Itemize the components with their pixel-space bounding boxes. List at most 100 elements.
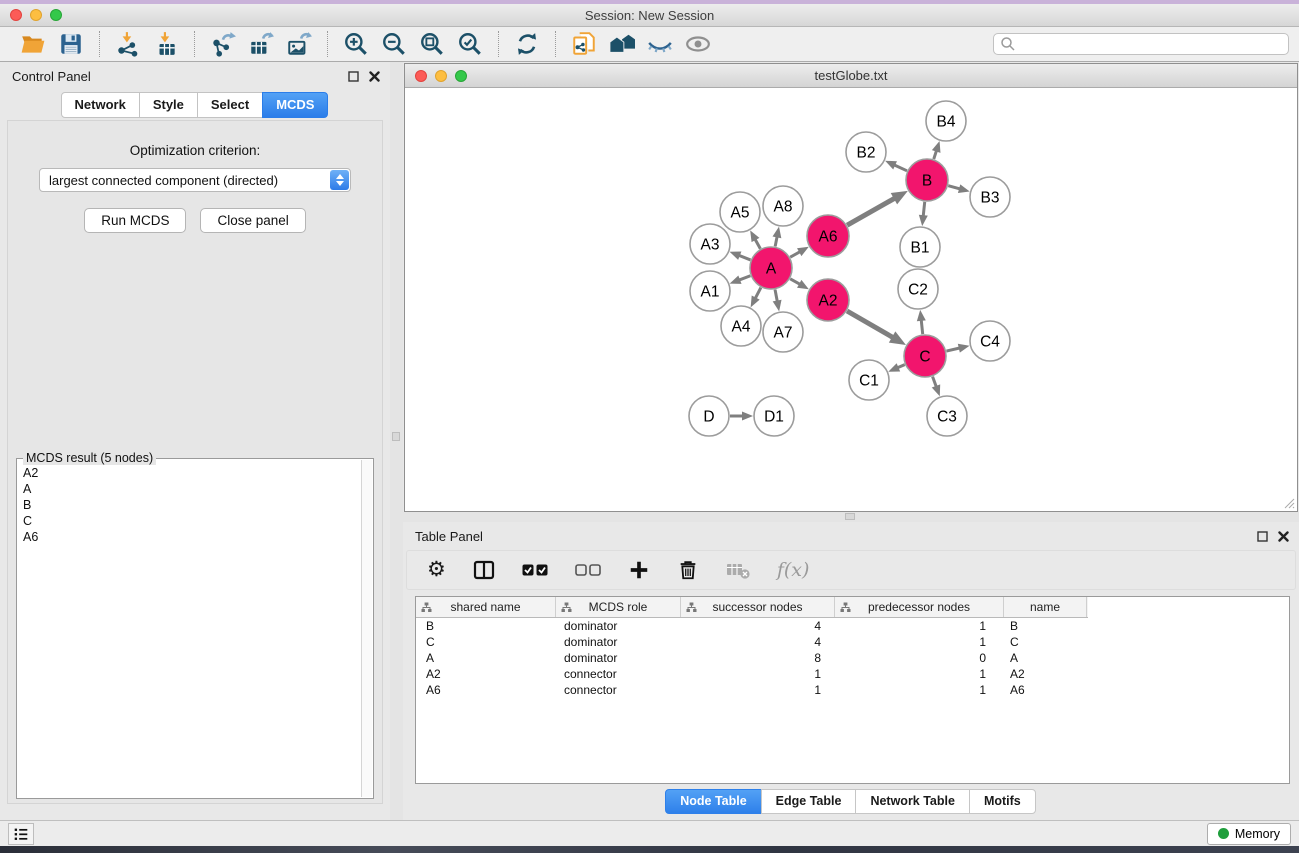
cell-name[interactable]: B xyxy=(1004,619,1087,633)
cell-predecessor-nodes[interactable]: 1 xyxy=(835,667,1004,681)
tab-mcds[interactable]: MCDS xyxy=(262,92,328,118)
cell-shared-name[interactable]: A xyxy=(416,651,556,665)
tab-select[interactable]: Select xyxy=(197,92,263,118)
show-columns-icon[interactable] xyxy=(473,559,495,581)
divider-grip[interactable] xyxy=(392,432,400,441)
table-row[interactable]: A2connector11A2 xyxy=(416,666,1289,682)
table-row[interactable]: Adominator80A xyxy=(416,650,1289,666)
cell-predecessor-nodes[interactable]: 1 xyxy=(835,683,1004,697)
open-folder-icon[interactable] xyxy=(20,31,46,57)
show-panel-eye-icon[interactable] xyxy=(685,31,711,57)
cell-MCDS-role[interactable]: connector xyxy=(556,667,681,681)
float-panel-icon[interactable] xyxy=(348,71,359,82)
cell-predecessor-nodes[interactable]: 1 xyxy=(835,619,1004,633)
column-header-MCDS-role[interactable]: MCDS role xyxy=(556,597,681,617)
cell-name[interactable]: A xyxy=(1004,651,1087,665)
zoom-fit-icon[interactable] xyxy=(419,31,445,57)
cell-successor-nodes[interactable]: 4 xyxy=(681,619,835,633)
edge-C-C4[interactable] xyxy=(946,348,960,351)
zoom-in-icon[interactable] xyxy=(343,31,369,57)
column-header-successor-nodes[interactable]: successor nodes xyxy=(681,597,835,617)
cell-MCDS-role[interactable]: dominator xyxy=(556,635,681,649)
tab-motifs[interactable]: Motifs xyxy=(969,789,1036,814)
home-icon[interactable] xyxy=(609,31,635,57)
import-network-icon[interactable] xyxy=(115,31,141,57)
arrowhead xyxy=(932,384,940,396)
network-canvas[interactable]: B4B2BB3A8A5A6A3B1AC2A1A2A4A7C4CC1C3DD1 xyxy=(405,88,1297,511)
hide-panel-eye-icon[interactable] xyxy=(647,31,673,57)
cell-MCDS-role[interactable]: dominator xyxy=(556,651,681,665)
divider-grip[interactable] xyxy=(845,513,855,520)
edge-A6-B[interactable] xyxy=(847,198,896,225)
cell-name[interactable]: A2 xyxy=(1004,667,1087,681)
zoom-selected-icon[interactable] xyxy=(457,31,483,57)
mcds-result-item[interactable]: B xyxy=(23,497,360,513)
cell-successor-nodes[interactable]: 1 xyxy=(681,667,835,681)
close-panel-icon[interactable] xyxy=(1278,531,1289,542)
export-network-icon[interactable] xyxy=(210,31,236,57)
float-panel-icon[interactable] xyxy=(1257,531,1268,542)
mcds-result-item[interactable]: A xyxy=(23,481,360,497)
window-resize-grip[interactable] xyxy=(1283,497,1295,509)
cell-shared-name[interactable]: C xyxy=(416,635,556,649)
cell-successor-nodes[interactable]: 8 xyxy=(681,651,835,665)
mcds-result-item[interactable]: A6 xyxy=(23,529,360,545)
edge-C-C2[interactable] xyxy=(921,319,923,334)
export-table-icon[interactable] xyxy=(248,31,274,57)
table-settings-gear-icon[interactable]: ⚙ xyxy=(427,560,446,580)
tab-network[interactable]: Network xyxy=(61,92,140,118)
node-label-A6: A6 xyxy=(819,229,838,246)
edge-B-B1[interactable] xyxy=(923,202,925,217)
edge-A2-C[interactable] xyxy=(847,311,894,338)
memory-button[interactable]: Memory xyxy=(1207,823,1291,845)
edge-B-B2[interactable] xyxy=(893,165,907,171)
network-graph[interactable]: B4B2BB3A8A5A6A3B1AC2A1A2A4A7C4CC1C3DD1 xyxy=(405,88,1297,510)
select-all-columns-icon[interactable] xyxy=(522,563,548,577)
cell-predecessor-nodes[interactable]: 1 xyxy=(835,635,1004,649)
create-column-plus-icon[interactable] xyxy=(628,559,650,581)
cell-successor-nodes[interactable]: 1 xyxy=(681,683,835,697)
refresh-icon[interactable] xyxy=(514,31,540,57)
save-icon[interactable] xyxy=(58,31,84,57)
table-row[interactable]: Bdominator41B xyxy=(416,618,1289,634)
cell-MCDS-role[interactable]: connector xyxy=(556,683,681,697)
column-header-name[interactable]: name xyxy=(1004,597,1087,617)
search-input[interactable] xyxy=(993,33,1289,55)
arrowhead xyxy=(730,275,742,283)
cell-shared-name[interactable]: B xyxy=(416,619,556,633)
import-table-icon[interactable] xyxy=(153,31,179,57)
cell-shared-name[interactable]: A2 xyxy=(416,667,556,681)
cell-name[interactable]: C xyxy=(1004,635,1087,649)
criterion-select[interactable]: largest connected component (directed) xyxy=(39,168,351,192)
tab-network-table[interactable]: Network Table xyxy=(855,789,970,814)
tab-node-table[interactable]: Node Table xyxy=(665,789,761,814)
duplicate-network-icon[interactable] xyxy=(571,31,597,57)
edge-A-A3[interactable] xyxy=(738,255,751,260)
tab-style[interactable]: Style xyxy=(139,92,198,118)
table-row[interactable]: Cdominator41C xyxy=(416,634,1289,650)
task-history-button[interactable] xyxy=(8,823,34,845)
zoom-out-icon[interactable] xyxy=(381,31,407,57)
network-window-titlebar[interactable]: testGlobe.txt xyxy=(405,64,1297,88)
node-table[interactable]: shared nameMCDS rolesuccessor nodesprede… xyxy=(415,596,1290,784)
table-row[interactable]: A6connector11A6 xyxy=(416,682,1289,698)
export-image-icon[interactable] xyxy=(286,31,312,57)
delete-column-trash-icon[interactable] xyxy=(677,559,699,581)
mcds-result-scrollbar[interactable] xyxy=(361,460,372,797)
mcds-result-item[interactable]: C xyxy=(23,513,360,529)
column-header-shared-name[interactable]: shared name xyxy=(416,597,556,617)
mcds-result-item[interactable]: A2 xyxy=(23,465,360,481)
tab-edge-table[interactable]: Edge Table xyxy=(761,789,857,814)
horizontal-split-divider[interactable] xyxy=(403,512,1299,522)
close-panel-icon[interactable] xyxy=(369,71,380,82)
unselect-all-columns-icon[interactable] xyxy=(575,563,601,577)
run-mcds-button[interactable]: Run MCDS xyxy=(84,208,186,233)
vertical-split-divider[interactable] xyxy=(390,62,403,820)
close-panel-button[interactable]: Close panel xyxy=(200,208,305,233)
cell-shared-name[interactable]: A6 xyxy=(416,683,556,697)
cell-predecessor-nodes[interactable]: 0 xyxy=(835,651,1004,665)
cell-successor-nodes[interactable]: 4 xyxy=(681,635,835,649)
column-header-predecessor-nodes[interactable]: predecessor nodes xyxy=(835,597,1004,617)
cell-MCDS-role[interactable]: dominator xyxy=(556,619,681,633)
cell-name[interactable]: A6 xyxy=(1004,683,1087,697)
